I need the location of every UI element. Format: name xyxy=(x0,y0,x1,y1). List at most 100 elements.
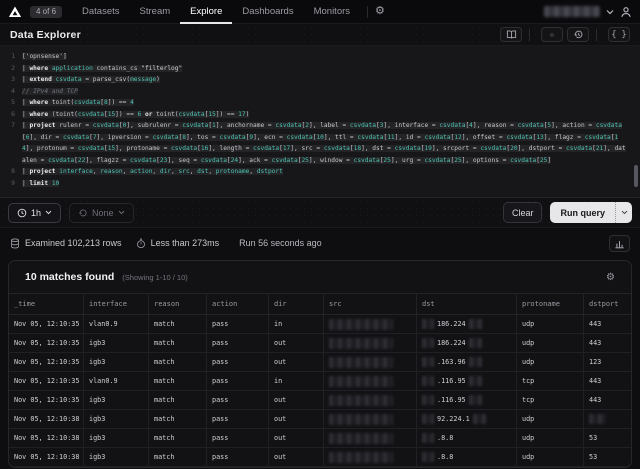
code-token: csvdata xyxy=(78,111,104,118)
dst-redacted-lead xyxy=(422,414,434,424)
tab-datasets[interactable]: Datasets xyxy=(72,0,130,24)
time-range-button[interactable]: 1h xyxy=(8,203,61,223)
column-header-src[interactable]: src xyxy=(323,294,416,314)
cell-reason: match xyxy=(148,315,206,333)
code-token: csvdata xyxy=(350,122,376,129)
tab-stream[interactable]: Stream xyxy=(130,0,181,24)
dst-redacted-lead xyxy=(422,433,434,443)
cell-reason: match xyxy=(148,391,206,409)
table-row[interactable]: Nov 05, 12:10:35igb3matchpassout.116.95t… xyxy=(9,391,631,410)
editor-line[interactable]: 3| extend csvdata = parse_csv(message) xyxy=(0,74,640,86)
code-token: csvdata xyxy=(272,157,298,164)
code-token: csvdata xyxy=(424,134,450,141)
column-header-interface[interactable]: interface xyxy=(83,294,148,314)
tab-explore[interactable]: Explore xyxy=(180,0,232,24)
code-token: ], label = xyxy=(309,122,350,129)
query-editor[interactable]: 1['opnsense']2| where application contai… xyxy=(0,46,640,198)
dst-redacted-lead xyxy=(422,395,434,405)
cell-interface: igb3 xyxy=(83,353,148,371)
code-token: action xyxy=(130,168,152,175)
code-token: csvdata xyxy=(253,145,279,152)
editor-line[interactable]: 9| limit 10 xyxy=(0,178,640,190)
src-redacted-block xyxy=(329,395,393,406)
code-braces-icon[interactable]: { } xyxy=(608,27,630,42)
tab-monitors[interactable]: Monitors xyxy=(304,0,360,24)
code-token: csvdata xyxy=(324,145,350,152)
table-row[interactable]: Nov 05, 12:10:35vlan0.9matchpassin.116.9… xyxy=(9,372,631,391)
code-token: csvdata xyxy=(510,157,536,164)
code-token: toint( xyxy=(48,99,74,106)
line-code: | extend csvdata = parse_csv(message) xyxy=(22,74,640,86)
chevron-down-icon xyxy=(45,210,52,215)
page-header: Data Explorer ☆ { } xyxy=(0,24,640,46)
results-settings-gear-icon[interactable]: ⚙ xyxy=(606,272,615,283)
table-row[interactable]: Nov 05, 12:10:35igb3matchpassout.163.96u… xyxy=(9,353,631,372)
run-query-button[interactable]: Run query xyxy=(550,202,632,223)
editor-line[interactable]: 5| where toint(csvdata[8]) == 4 xyxy=(0,97,640,109)
editor-line[interactable]: 2| where application contains_cs "filter… xyxy=(0,63,640,75)
table-row[interactable]: Nov 05, 12:10:35igb3matchpassout186.224u… xyxy=(9,334,631,353)
editor-line[interactable]: 6| where (toint(csvdata[15]) == 6 or toi… xyxy=(0,109,640,121)
src-redacted-block xyxy=(329,338,393,349)
run-query-label[interactable]: Run query xyxy=(550,202,615,223)
run-query-chevron[interactable] xyxy=(615,202,632,223)
cell-interface: vlan0.9 xyxy=(83,315,148,333)
code-token: ], tos = xyxy=(186,134,220,141)
docs-book-icon[interactable] xyxy=(500,27,522,42)
cell-time: Nov 05, 12:10:35 xyxy=(9,315,83,333)
axiom-logo-icon[interactable] xyxy=(8,5,22,19)
clear-button[interactable]: Clear xyxy=(503,202,543,223)
code-token: csvdata xyxy=(518,122,544,129)
cell-dstport: 443 xyxy=(583,372,631,390)
line-code: // IPv4 and TCP xyxy=(22,86,640,98)
column-header-protoname[interactable]: protoname xyxy=(516,294,583,314)
table-row[interactable]: Nov 05, 12:10:35vlan0.9matchpassin186.22… xyxy=(9,315,631,334)
code-token: ['opnsense'] xyxy=(22,53,67,60)
cell-protoname: udp xyxy=(516,429,583,447)
column-header-time[interactable]: _time xyxy=(9,294,83,314)
org-chevron-down-icon[interactable] xyxy=(606,9,614,15)
cell-action: pass xyxy=(206,334,268,352)
line-number: 1 xyxy=(0,51,22,63)
starred-queries-icon[interactable]: ☆ xyxy=(541,27,563,42)
editor-scrollbar[interactable] xyxy=(634,165,638,187)
code-token: csvdata xyxy=(56,76,82,83)
chart-view-button[interactable] xyxy=(609,235,630,252)
code-token: csvdata xyxy=(171,145,197,152)
cell-action: pass xyxy=(206,429,268,447)
code-token: ], length = xyxy=(208,145,253,152)
org-name-redacted[interactable] xyxy=(544,6,600,17)
editor-line[interactable]: 7| project rulenr = csvdata[0], subrulen… xyxy=(0,120,640,166)
src-redacted-block xyxy=(329,357,393,368)
editor-line[interactable]: 4// IPv4 and TCP xyxy=(0,86,640,98)
column-header-action[interactable]: action xyxy=(206,294,268,314)
code-token: csvdata xyxy=(78,145,104,152)
editor-line[interactable]: 1['opnsense'] xyxy=(0,51,640,63)
column-header-reason[interactable]: reason xyxy=(148,294,206,314)
cell-reason: match xyxy=(148,410,206,428)
column-header-dst[interactable]: dst xyxy=(416,294,516,314)
code-token: csvdata xyxy=(93,122,119,129)
editor-line[interactable]: 8| project interface, reason, action, di… xyxy=(0,166,640,178)
table-row[interactable]: Nov 05, 12:10:38igb3matchpassout.8.8udp5… xyxy=(9,429,631,448)
line-number: 8 xyxy=(0,166,22,178)
settings-gear-icon[interactable]: ⚙ xyxy=(375,6,385,17)
user-avatar-icon[interactable] xyxy=(620,6,632,18)
chevron-down-icon xyxy=(118,210,125,215)
code-token: csvdata xyxy=(179,111,205,118)
column-header-dstport[interactable]: dstport xyxy=(583,294,631,314)
column-header-dir[interactable]: dir xyxy=(268,294,323,314)
code-token: 15 xyxy=(208,111,215,118)
cell-reason: match xyxy=(148,448,206,466)
code-token: csvdata xyxy=(566,145,592,152)
code-token: csvdata xyxy=(130,157,156,164)
dataset-count-badge[interactable]: 4 of 6 xyxy=(30,6,62,18)
cell-dstport: 443 xyxy=(583,334,631,352)
tab-dashboards[interactable]: Dashboards xyxy=(232,0,303,24)
compare-against-button[interactable]: None xyxy=(69,203,134,223)
table-row[interactable]: Nov 05, 12:10:38igb3matchpassout.8.8udp5… xyxy=(9,448,631,467)
query-history-icon[interactable] xyxy=(567,27,589,42)
code-token: extend xyxy=(29,76,51,83)
code-token: ], options = xyxy=(462,157,510,164)
table-row[interactable]: Nov 05, 12:10:38igb3matchpassout92.224.1… xyxy=(9,410,631,429)
